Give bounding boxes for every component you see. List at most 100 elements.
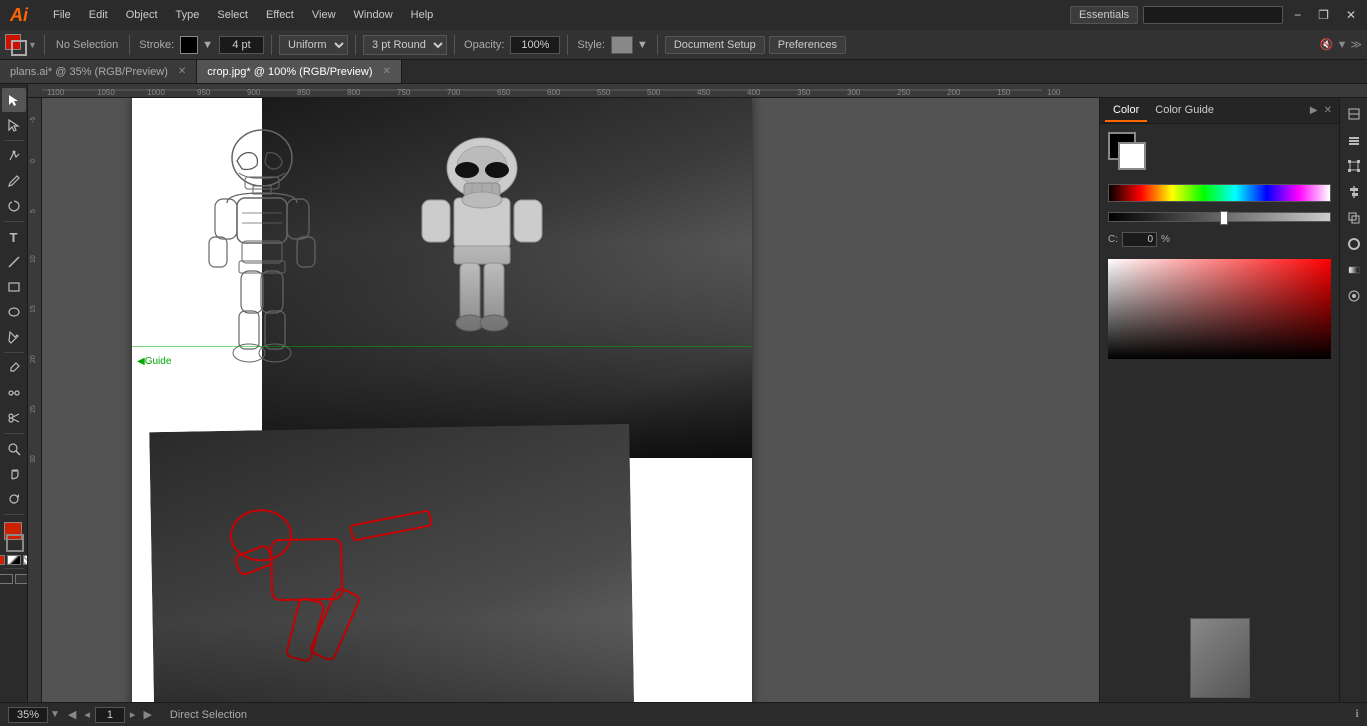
panel-options-button[interactable]: ▶ bbox=[1308, 105, 1320, 116]
thumbnail-section bbox=[1100, 614, 1339, 702]
zoom-arrow-icon[interactable]: ▼ bbox=[50, 709, 60, 720]
right-icon-strip bbox=[1339, 98, 1367, 702]
divider-7 bbox=[657, 35, 658, 55]
fill-arrow-icon[interactable]: ▼ bbox=[28, 40, 37, 50]
gradient-mode-icon[interactable] bbox=[7, 555, 21, 565]
stroke-value-input[interactable] bbox=[219, 36, 264, 54]
tab-color-guide[interactable]: Color Guide bbox=[1147, 100, 1222, 122]
divider-4 bbox=[355, 35, 356, 55]
stroke-arrow-icon[interactable]: ▼ bbox=[200, 39, 215, 51]
mute-icon[interactable]: 🔇 bbox=[1320, 38, 1334, 51]
style-swatch[interactable] bbox=[611, 36, 633, 54]
tab-color[interactable]: Color bbox=[1105, 100, 1147, 122]
nav-prev-button[interactable]: ◂ bbox=[81, 707, 93, 722]
opacity-input[interactable] bbox=[510, 36, 560, 54]
divider-6 bbox=[567, 35, 568, 55]
layers-icon[interactable] bbox=[1342, 128, 1366, 152]
type-tool[interactable]: T bbox=[2, 225, 26, 249]
zoom-tool[interactable] bbox=[2, 437, 26, 461]
style-arrow-icon[interactable]: ▼ bbox=[635, 39, 650, 51]
align-icon[interactable] bbox=[1342, 180, 1366, 204]
arrange-icon[interactable] bbox=[1342, 102, 1366, 126]
stroke-type-select[interactable]: Uniform bbox=[279, 35, 348, 55]
toolbar-separator-5 bbox=[4, 514, 24, 515]
zoom-input[interactable] bbox=[8, 707, 48, 723]
blend-tool[interactable] bbox=[2, 381, 26, 405]
fill-stroke-indicator[interactable]: ▼ bbox=[5, 34, 37, 56]
tab-crop-close[interactable]: ✕ bbox=[383, 66, 391, 77]
ellipse-tool[interactable] bbox=[2, 300, 26, 324]
menu-view[interactable]: View bbox=[304, 5, 344, 25]
stroke-color-swatch[interactable] bbox=[180, 36, 198, 54]
nav-first-button[interactable]: ◀ bbox=[65, 707, 79, 722]
color-picker-area[interactable] bbox=[1108, 259, 1331, 359]
pen-tool[interactable] bbox=[2, 144, 26, 168]
color-c-input[interactable] bbox=[1122, 232, 1157, 247]
fill-stroke-swatches[interactable] bbox=[0, 522, 28, 552]
pathfinder-icon[interactable] bbox=[1342, 206, 1366, 230]
panel-close-button[interactable]: ✕ bbox=[1322, 105, 1334, 116]
options-arrow-icon[interactable]: ▼ bbox=[1337, 39, 1348, 51]
menu-file[interactable]: File bbox=[45, 5, 79, 25]
svg-text:25: 25 bbox=[30, 405, 37, 413]
svg-text:500: 500 bbox=[647, 88, 661, 97]
tab-crop[interactable]: crop.jpg* @ 100% (RGB/Preview) ✕ bbox=[197, 60, 402, 83]
svg-text:700: 700 bbox=[447, 88, 461, 97]
menu-object[interactable]: Object bbox=[118, 5, 166, 25]
tab-plans[interactable]: plans.ai* @ 35% (RGB/Preview) ✕ bbox=[0, 60, 197, 83]
essentials-button[interactable]: Essentials bbox=[1070, 6, 1138, 24]
menu-effect[interactable]: Effect bbox=[258, 5, 302, 25]
full-screen-icon[interactable] bbox=[15, 574, 29, 584]
line-tool[interactable] bbox=[2, 250, 26, 274]
color-slider[interactable] bbox=[1108, 212, 1331, 222]
vertical-ruler: -5 0 5 10 15 20 25 30 bbox=[28, 98, 42, 702]
document-setup-button[interactable]: Document Setup bbox=[665, 36, 765, 54]
tab-bar: plans.ai* @ 35% (RGB/Preview) ✕ crop.jpg… bbox=[0, 60, 1367, 84]
status-right: ℹ bbox=[1355, 709, 1359, 720]
color-spectrum-bar[interactable] bbox=[1108, 184, 1331, 202]
canvas-area[interactable]: ◀Guide bbox=[42, 98, 1099, 702]
selection-tool[interactable] bbox=[2, 88, 26, 112]
appearance-icon[interactable] bbox=[1342, 284, 1366, 308]
normal-screen-icon[interactable] bbox=[0, 574, 13, 584]
eyedropper-tool[interactable] bbox=[2, 356, 26, 380]
pencil-tool[interactable] bbox=[2, 169, 26, 193]
minimize-button[interactable]: − bbox=[1288, 6, 1307, 24]
artboard: ◀Guide bbox=[132, 98, 752, 702]
lasso-tool[interactable] bbox=[2, 194, 26, 218]
stroke-icon[interactable] bbox=[1342, 232, 1366, 256]
menu-type[interactable]: Type bbox=[168, 5, 208, 25]
stroke-swatch[interactable] bbox=[6, 534, 24, 552]
slider-thumb[interactable] bbox=[1220, 211, 1228, 225]
menu-window[interactable]: Window bbox=[346, 5, 401, 25]
divider-5 bbox=[454, 35, 455, 55]
svg-text:1050: 1050 bbox=[97, 88, 115, 97]
nav-next-button[interactable]: ▸ bbox=[127, 707, 139, 722]
svg-text:1100: 1100 bbox=[47, 88, 65, 97]
nav-last-button[interactable]: ▶ bbox=[140, 707, 154, 722]
page-number-input[interactable] bbox=[95, 707, 125, 723]
preferences-button[interactable]: Preferences bbox=[769, 36, 846, 54]
color-mode-icons bbox=[0, 555, 28, 565]
scissors-tool[interactable] bbox=[2, 406, 26, 430]
options-extra-icon[interactable]: ≫ bbox=[1350, 38, 1362, 51]
roundness-select[interactable]: 3 pt Round bbox=[363, 35, 447, 55]
close-button[interactable]: ✕ bbox=[1340, 6, 1362, 24]
tab-plans-close[interactable]: ✕ bbox=[178, 66, 186, 77]
paint-bucket-tool[interactable] bbox=[2, 325, 26, 349]
rotate-tool[interactable] bbox=[2, 487, 26, 511]
gradient-icon[interactable] bbox=[1342, 258, 1366, 282]
restore-button[interactable]: ❐ bbox=[1312, 6, 1335, 24]
rectangle-tool[interactable] bbox=[2, 275, 26, 299]
zoom-control: ▼ bbox=[8, 707, 60, 723]
hand-tool[interactable] bbox=[2, 462, 26, 486]
transform-icon[interactable] bbox=[1342, 154, 1366, 178]
background-swatch[interactable] bbox=[1118, 142, 1146, 170]
search-input[interactable] bbox=[1143, 6, 1283, 24]
svg-text:450: 450 bbox=[697, 88, 711, 97]
direct-selection-tool[interactable] bbox=[2, 113, 26, 137]
fill-mode-icon[interactable] bbox=[0, 555, 5, 565]
menu-edit[interactable]: Edit bbox=[81, 5, 116, 25]
menu-select[interactable]: Select bbox=[209, 5, 256, 25]
menu-help[interactable]: Help bbox=[403, 5, 442, 25]
